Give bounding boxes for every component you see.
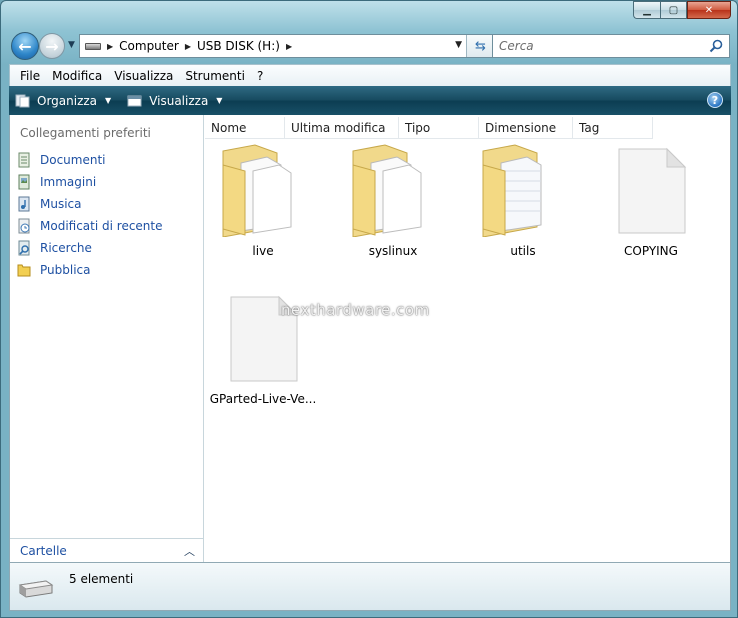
- chevron-up-icon: ︿: [184, 545, 195, 558]
- favorites-heading: Collegamenti preferiti: [20, 126, 151, 140]
- column-header-name[interactable]: Nome: [205, 117, 285, 139]
- folder-icon: [352, 144, 422, 238]
- breadcrumb-separator-icon[interactable]: ▶: [107, 42, 113, 51]
- favorite-link-music[interactable]: Musica: [16, 193, 163, 215]
- forward-button[interactable]: →: [39, 33, 65, 59]
- file-item[interactable]: syslinux: [335, 141, 451, 258]
- menu-edit[interactable]: Modifica: [46, 69, 108, 83]
- file-name: GParted-Live-Ve...: [209, 392, 317, 406]
- views-label: Visualizza: [149, 93, 209, 108]
- usb-drive-icon: [18, 580, 54, 598]
- navigation-bar: ← → ▼ ▶ Computer ▶ USB DISK (H:) ▶ ▼ ⇆: [9, 31, 731, 61]
- favorite-link-label: Pubblica: [40, 263, 91, 277]
- file-name: COPYING: [624, 244, 678, 258]
- views-button[interactable]: Visualizza ▼: [127, 94, 222, 108]
- favorite-links: Documenti Immagini Musica Modificati di …: [16, 149, 163, 281]
- refresh-button[interactable]: ⇆: [466, 35, 494, 57]
- favorite-link-recent[interactable]: Modificati di recente: [16, 215, 163, 237]
- address-bar[interactable]: ▶ Computer ▶ USB DISK (H:) ▶ ▼ ⇆: [79, 34, 495, 58]
- explorer-window: ▁ ▢ ✕ ← → ▼ ▶ Computer ▶ USB DISK (H:) ▶…: [0, 0, 738, 618]
- public-folder-icon: [17, 264, 31, 277]
- music-icon: [18, 196, 30, 212]
- pictures-icon: [18, 174, 30, 190]
- menu-help[interactable]: ?: [251, 69, 269, 83]
- menu-file[interactable]: File: [14, 69, 46, 83]
- breadcrumb-usb-disk[interactable]: USB DISK (H:): [197, 39, 280, 53]
- breadcrumb-separator-icon[interactable]: ▶: [185, 42, 191, 51]
- favorite-link-pictures[interactable]: Immagini: [16, 171, 163, 193]
- search-icon[interactable]: [709, 39, 723, 53]
- search-box[interactable]: [492, 34, 730, 58]
- recent-changes-icon: [18, 218, 30, 234]
- search-input[interactable]: [499, 39, 699, 53]
- views-icon: [127, 95, 142, 106]
- file-list: Nome Ultima modifica Tipo Dimensione Tag…: [205, 115, 730, 562]
- content-area: Collegamenti preferiti Documenti Immagin…: [9, 115, 731, 562]
- refresh-icon: ⇆: [475, 38, 486, 54]
- views-dropdown-icon: ▼: [216, 96, 223, 105]
- document-icon: [618, 147, 687, 234]
- file-item[interactable]: COPYING: [593, 141, 709, 258]
- favorite-link-label: Ricerche: [40, 241, 92, 255]
- favorite-link-label: Musica: [40, 197, 82, 211]
- favorite-link-label: Immagini: [40, 175, 97, 189]
- column-header-tag[interactable]: Tag: [573, 117, 653, 139]
- favorite-link-public[interactable]: Pubblica: [16, 259, 163, 281]
- details-pane: 5 elementi: [9, 562, 731, 611]
- folders-toggle[interactable]: Cartelle ︿: [10, 538, 203, 562]
- caption-buttons: ▁ ▢ ✕: [633, 1, 731, 19]
- folder-icon: [482, 144, 542, 238]
- file-item[interactable]: live: [205, 141, 321, 258]
- searches-icon: [18, 240, 30, 256]
- maximize-button[interactable]: ▢: [660, 1, 687, 19]
- address-dropdown-icon[interactable]: ▼: [455, 40, 462, 50]
- file-item[interactable]: utils: [465, 141, 581, 258]
- back-arrow-icon: ←: [18, 36, 32, 56]
- help-icon[interactable]: ?: [707, 92, 723, 108]
- file-name: syslinux: [368, 244, 418, 258]
- menu-view[interactable]: Visualizza: [108, 69, 179, 83]
- documents-icon: [18, 152, 30, 168]
- favorite-link-documents[interactable]: Documenti: [16, 149, 163, 171]
- watermark: nexthardware.com: [281, 301, 430, 319]
- column-header-type[interactable]: Tipo: [399, 117, 479, 139]
- file-name: utils: [510, 244, 536, 258]
- menu-tools[interactable]: Strumenti: [179, 69, 251, 83]
- column-header-size[interactable]: Dimensione: [479, 117, 573, 139]
- folders-label: Cartelle: [20, 543, 67, 558]
- column-headers: Nome Ultima modifica Tipo Dimensione Tag: [205, 117, 653, 139]
- favorite-link-label: Modificati di recente: [40, 219, 163, 233]
- command-bar: Organizza ▼ Visualizza ▼ ?: [9, 86, 731, 115]
- breadcrumb-computer[interactable]: Computer: [119, 39, 179, 53]
- close-button[interactable]: ✕: [687, 1, 731, 19]
- back-button[interactable]: ←: [11, 32, 39, 60]
- item-count: 5 elementi: [69, 572, 134, 586]
- menu-bar: File Modifica Visualizza Strumenti ?: [9, 64, 731, 86]
- drive-icon: [85, 42, 101, 50]
- organize-button[interactable]: Organizza ▼: [15, 94, 111, 108]
- organize-label: Organizza: [37, 93, 98, 108]
- minimize-button[interactable]: ▁: [633, 1, 660, 19]
- column-header-modified[interactable]: Ultima modifica: [285, 117, 399, 139]
- forward-arrow-icon: →: [45, 36, 59, 56]
- navigation-pane: Collegamenti preferiti Documenti Immagin…: [10, 115, 204, 562]
- file-name: live: [252, 244, 274, 258]
- history-dropdown-icon[interactable]: ▼: [68, 40, 75, 50]
- folder-icon: [222, 144, 292, 238]
- organize-dropdown-icon: ▼: [105, 96, 112, 105]
- favorite-link-label: Documenti: [40, 153, 106, 167]
- organize-icon: [15, 94, 30, 107]
- favorite-link-searches[interactable]: Ricerche: [16, 237, 163, 259]
- breadcrumb-separator-icon[interactable]: ▶: [286, 42, 292, 51]
